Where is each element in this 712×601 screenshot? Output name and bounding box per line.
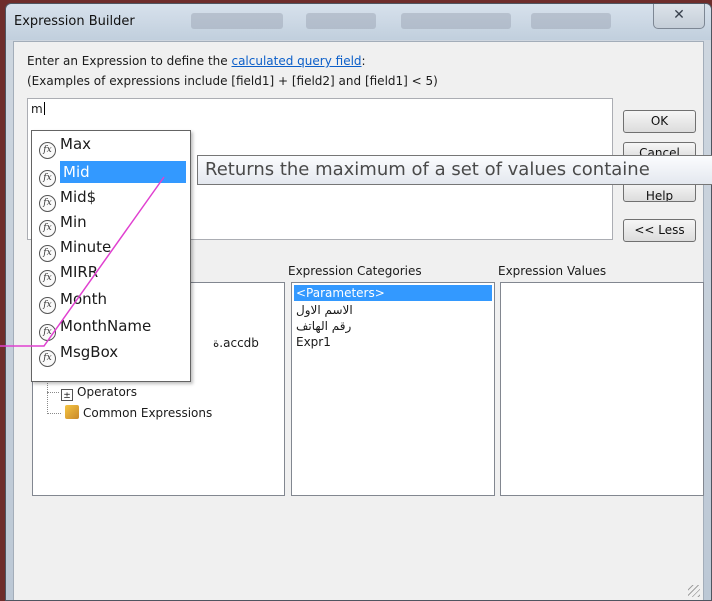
autocomplete-label: Minute: [60, 238, 112, 256]
help-button[interactable]: Help: [623, 182, 696, 202]
autocomplete-label: Mid$: [60, 188, 97, 206]
autocomplete-label: Min: [60, 213, 87, 231]
background-ghost-tab: [191, 13, 283, 29]
calculated-query-field-link[interactable]: calculated query field: [231, 54, 361, 68]
background-ghost-tab: [306, 13, 376, 29]
operators-label: Operators: [77, 385, 137, 399]
text-caret: [43, 102, 45, 115]
category-item[interactable]: Expr1: [294, 334, 333, 350]
intro-text: Enter an Expression to define the: [27, 54, 232, 68]
database-name: ة.accdb: [213, 336, 259, 350]
tree-item-operators[interactable]: ± Operators: [61, 383, 137, 401]
autocomplete-item-mirr[interactable]: fx MIRR: [34, 260, 188, 287]
expression-categories-label: Expression Categories: [288, 264, 422, 278]
autocomplete-item-max[interactable]: fx Max: [34, 132, 188, 159]
expression-categories-list[interactable]: <Parameters> الاسم الاول رقم الهاتف Expr…: [291, 282, 495, 496]
ok-button[interactable]: OK: [623, 110, 696, 133]
autocomplete-dropdown[interactable]: fx Max fx Mid fx Mid$ fx Min fx Minute fx MIRR…: [31, 130, 191, 382]
operators-icon: ±: [61, 389, 73, 401]
category-item[interactable]: رقم الهاتف: [294, 318, 353, 334]
autocomplete-label: Month: [60, 290, 108, 308]
close-icon: ✕: [673, 7, 685, 23]
autocomplete-item-min[interactable]: fx Min: [34, 210, 188, 237]
window-title: Expression Builder: [14, 14, 135, 29]
tree-line: [47, 392, 59, 393]
autocomplete-item-monthname[interactable]: fx MonthName: [34, 314, 188, 341]
tree-item-common-expressions[interactable]: Common Expressions: [65, 404, 212, 422]
tree-item-database[interactable]: ة.accdb: [213, 334, 259, 352]
autocomplete-label: MonthName: [60, 317, 152, 335]
autocomplete-item-msgbox[interactable]: fx MsgBox: [34, 340, 188, 367]
tree-line: [47, 378, 48, 414]
expression-values-list[interactable]: [500, 282, 704, 496]
function-tooltip: Returns the maximum of a set of values c…: [197, 155, 712, 185]
function-icon: fx: [39, 297, 56, 314]
resize-grip[interactable]: [688, 585, 700, 597]
function-icon: fx: [39, 324, 56, 341]
background-ghost-tab: [401, 13, 511, 29]
expression-value: m: [31, 102, 43, 116]
tree-line: [47, 413, 61, 414]
category-item[interactable]: الاسم الاول: [294, 302, 355, 318]
intro-line-2: (Examples of expressions include [field1…: [27, 74, 438, 88]
autocomplete-item-mid-dollar[interactable]: fx Mid$: [34, 185, 188, 212]
common-expressions-icon: [65, 405, 79, 419]
autocomplete-label: MIRR: [60, 263, 99, 281]
autocomplete-label: Max: [60, 135, 92, 153]
intro-line-1: Enter an Expression to define the calcul…: [27, 54, 366, 68]
title-bar[interactable]: Expression Builder ✕: [6, 4, 711, 40]
autocomplete-label: MsgBox: [60, 343, 119, 361]
function-icon: fx: [39, 270, 56, 287]
category-item[interactable]: <Parameters>: [294, 285, 492, 301]
autocomplete-label: Mid: [60, 161, 186, 183]
expression-values-label: Expression Values: [498, 264, 607, 278]
autocomplete-item-mid[interactable]: fx Mid: [34, 160, 188, 187]
background-ghost-tab: [531, 13, 611, 29]
autocomplete-item-month[interactable]: fx Month: [34, 287, 188, 314]
autocomplete-item-minute[interactable]: fx Minute: [34, 235, 188, 262]
intro-colon: :: [361, 54, 366, 68]
close-button[interactable]: ✕: [653, 4, 705, 29]
common-expressions-label: Common Expressions: [83, 406, 213, 420]
function-icon: fx: [39, 350, 56, 367]
less-button[interactable]: << Less: [623, 219, 696, 242]
function-icon: fx: [39, 142, 56, 159]
